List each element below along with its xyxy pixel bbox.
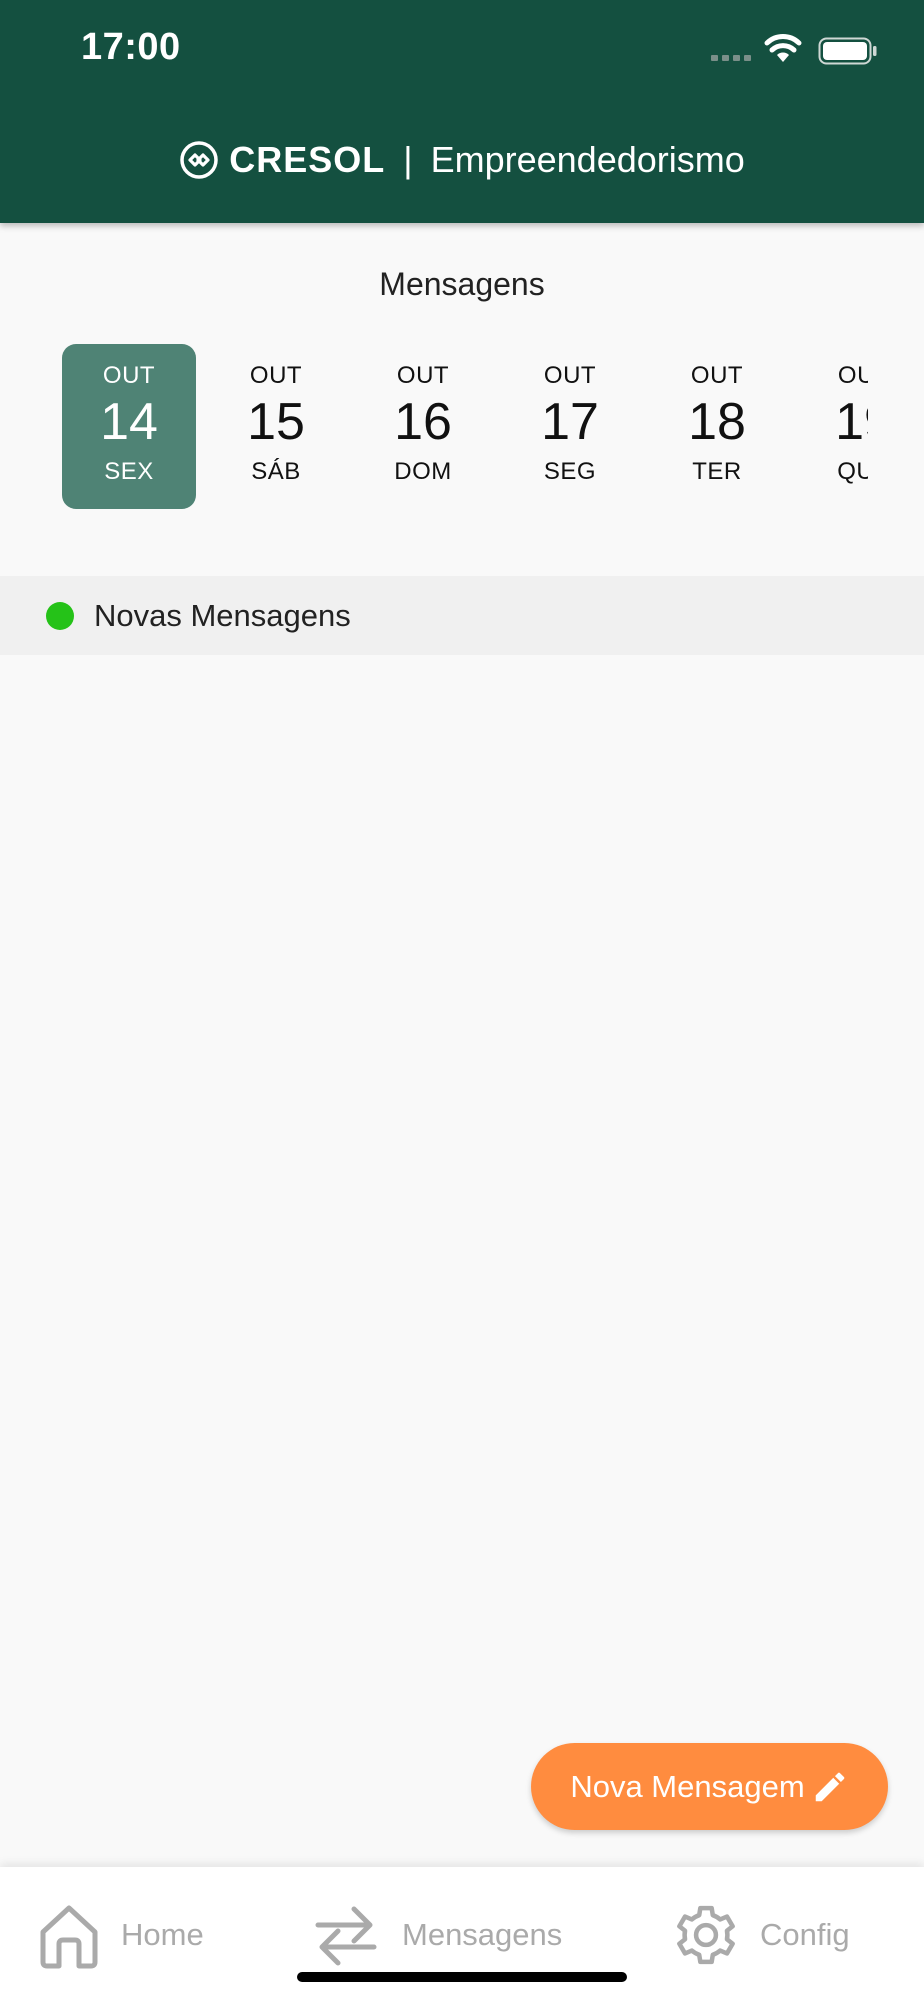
pencil-icon [815,1772,844,1801]
date-item[interactable]: OUT 19 QUA [797,344,868,509]
brand-name: CRESOL [229,139,386,180]
date-day: 19 [835,393,868,451]
date-picker-strip[interactable]: OUT 14 SEX OUT 15 SÁB OUT 16 DOM OUT 17 … [62,344,868,510]
app-header: 17:00 CRESOL | Empreendedorismo [0,0,924,223]
gear-icon [677,1905,735,1964]
swap-arrows-icon [315,1906,377,1965]
date-day: 18 [688,393,746,451]
nav-label-home: Home [121,1916,204,1952]
nav-item-messages[interactable]: Mensagens [310,1897,562,1972]
nav-label-config: Config [760,1916,850,1952]
brand-separator: | [403,139,413,180]
date-weekday: SEG [543,458,597,485]
date-weekday: TER [692,458,742,485]
date-item[interactable]: OUT 18 TER [650,344,784,509]
new-message-label: Nova Mensagem [570,1768,805,1804]
new-messages-section: Novas Mensagens [0,576,924,655]
nav-item-config[interactable]: Config [672,1897,850,1972]
date-weekday: DOM [394,458,452,485]
cellular-signal-icon [711,55,751,61]
wifi-icon [764,34,802,69]
date-item-selected[interactable]: OUT 14 SEX [62,344,196,509]
date-weekday: SÁB [251,458,301,485]
nav-label-messages: Mensagens [402,1916,563,1952]
cresol-logo-icon [180,141,218,179]
new-message-button[interactable]: Nova Mensagem [531,1743,888,1830]
date-day: 15 [247,393,305,451]
battery-icon [818,37,878,70]
date-month: OUT [837,362,868,389]
status-time: 17:00 [81,26,181,68]
nav-item-home[interactable]: Home [37,1897,204,1972]
new-indicator-dot [46,601,74,630]
home-icon [40,1905,98,1968]
page-title: Mensagens [379,266,545,302]
date-day: 14 [100,393,158,451]
date-month: OUT [396,362,450,389]
date-day: 17 [541,393,599,451]
date-weekday: SEX [104,458,154,485]
brand-lockup: CRESOL | Empreendedorismo [0,132,924,188]
date-month: OUT [690,362,744,389]
section-label: Novas Mensagens [94,597,351,633]
date-weekday: QUA [837,458,868,485]
brand-subtitle: Empreendedorismo [430,139,745,180]
date-month: OUT [102,362,156,389]
date-month: OUT [543,362,597,389]
date-item[interactable]: OUT 15 SÁB [209,344,343,509]
date-day: 16 [394,393,452,451]
date-item[interactable]: OUT 17 SEG [503,344,637,509]
date-item[interactable]: OUT 16 DOM [356,344,490,509]
home-indicator[interactable] [297,1972,627,1982]
date-month: OUT [249,362,303,389]
